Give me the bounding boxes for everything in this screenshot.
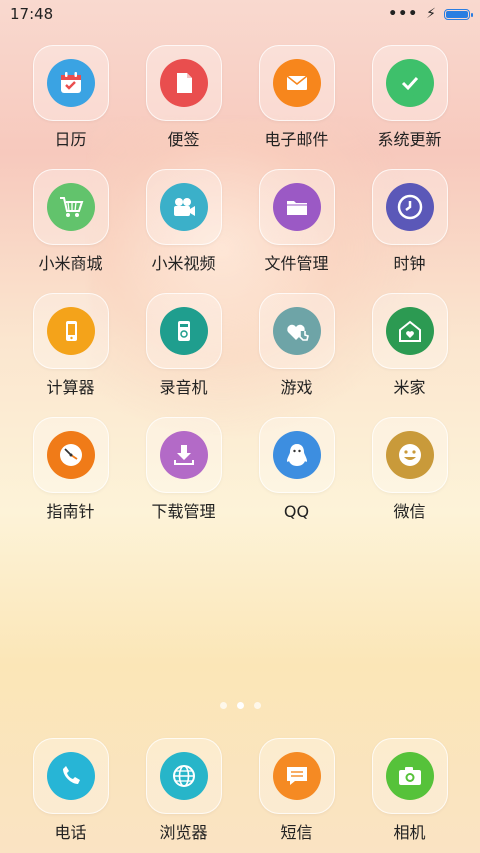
app-downloads-tile[interactable] [145, 417, 222, 493]
app-downloads[interactable]: 下载管理 [127, 417, 240, 523]
app-calculator[interactable]: 计算器 [14, 293, 127, 399]
dock-camera-tile[interactable] [371, 738, 448, 814]
dock-browser-label: 浏览器 [159, 823, 208, 842]
app-calendar[interactable]: 日历 [14, 45, 127, 151]
status-time: 17:48 [10, 5, 54, 23]
charging-bolt-icon: ⚡ [426, 6, 436, 22]
app-system-update[interactable]: 系统更新 [353, 45, 466, 151]
app-clock[interactable]: 时钟 [353, 169, 466, 275]
app-mijia-label: 米家 [393, 378, 426, 397]
app-clock-tile[interactable] [371, 169, 448, 245]
app-wechat[interactable]: 微信 [353, 417, 466, 523]
cart-icon [46, 183, 95, 231]
app-recorder[interactable]: 录音机 [127, 293, 240, 399]
compass-icon [46, 431, 95, 479]
battery-level-fill [446, 10, 468, 18]
video-icon [159, 183, 208, 231]
app-email-label: 电子邮件 [264, 130, 329, 149]
app-notes[interactable]: 便签 [127, 45, 240, 151]
mail-icon [272, 59, 321, 107]
app-compass[interactable]: 指南针 [14, 417, 127, 523]
app-games-tile[interactable] [258, 293, 335, 369]
app-notes-label: 便签 [167, 130, 200, 149]
clock-icon [385, 183, 434, 231]
app-qq-tile[interactable] [258, 417, 335, 493]
recorder-icon [159, 307, 208, 355]
calendar-icon [46, 59, 95, 107]
dock-browser-tile[interactable] [145, 738, 222, 814]
app-mi-store[interactable]: 小米商城 [14, 169, 127, 275]
dock-browser[interactable]: 浏览器 [127, 738, 240, 844]
dock-messages-tile[interactable] [258, 738, 335, 814]
dock-camera-label: 相机 [393, 823, 426, 842]
folder-icon [272, 183, 321, 231]
app-games[interactable]: 游戏 [240, 293, 353, 399]
download-icon [159, 431, 208, 479]
dock-phone-label: 电话 [54, 823, 87, 842]
qq-icon [272, 431, 321, 479]
page-indicator[interactable] [0, 702, 480, 709]
camera-icon [385, 752, 434, 800]
battery-icon [444, 8, 473, 20]
app-recorder-label: 录音机 [159, 378, 208, 397]
message-icon [272, 752, 321, 800]
app-file-manager-label: 文件管理 [264, 254, 329, 273]
dock-messages[interactable]: 短信 [240, 738, 353, 844]
app-file-manager[interactable]: 文件管理 [240, 169, 353, 275]
check-icon [385, 59, 434, 107]
more-dots-icon: ••• [388, 6, 419, 22]
app-qq-label: QQ [283, 502, 310, 521]
app-email[interactable]: 电子邮件 [240, 45, 353, 151]
calculator-icon [46, 307, 95, 355]
app-mijia[interactable]: 米家 [353, 293, 466, 399]
dock-phone[interactable]: 电话 [14, 738, 127, 844]
app-mijia-tile[interactable] [371, 293, 448, 369]
status-bar: 17:48 ••• ⚡ [0, 0, 480, 28]
app-calendar-label: 日历 [54, 130, 87, 149]
app-grid: 日历 便签 电子邮件 系统更新小米商城 小米视频 文件管理 时钟计算器 录音机 游戏 米家指南针 下… [0, 45, 480, 523]
app-file-manager-tile[interactable] [258, 169, 335, 245]
dock: 电话 浏览器 短信 相机 [0, 738, 480, 844]
game-icon [272, 307, 321, 355]
app-calculator-label: 计算器 [46, 378, 95, 397]
app-compass-tile[interactable] [32, 417, 109, 493]
app-mi-video[interactable]: 小米视频 [127, 169, 240, 275]
home-icon [385, 307, 434, 355]
app-email-tile[interactable] [258, 45, 335, 121]
app-mi-store-tile[interactable] [32, 169, 109, 245]
status-icons: ••• ⚡ [388, 6, 473, 22]
app-games-label: 游戏 [280, 378, 313, 397]
smile-icon [385, 431, 434, 479]
app-calendar-tile[interactable] [32, 45, 109, 121]
page-dot[interactable] [236, 702, 244, 709]
phone-icon [46, 752, 95, 800]
page-dot[interactable] [253, 702, 261, 709]
app-recorder-tile[interactable] [145, 293, 222, 369]
dock-phone-tile[interactable] [32, 738, 109, 814]
app-mi-video-label: 小米视频 [151, 254, 216, 273]
app-downloads-label: 下载管理 [151, 502, 216, 521]
app-wechat-tile[interactable] [371, 417, 448, 493]
dock-camera[interactable]: 相机 [353, 738, 466, 844]
app-mi-video-tile[interactable] [145, 169, 222, 245]
app-notes-tile[interactable] [145, 45, 222, 121]
note-icon [159, 59, 208, 107]
app-mi-store-label: 小米商城 [38, 254, 103, 273]
app-system-update-tile[interactable] [371, 45, 448, 121]
app-qq[interactable]: QQ [240, 417, 353, 523]
app-clock-label: 时钟 [393, 254, 426, 273]
globe-icon [159, 752, 208, 800]
app-compass-label: 指南针 [46, 502, 95, 521]
dock-messages-label: 短信 [280, 823, 313, 842]
app-wechat-label: 微信 [393, 502, 426, 521]
app-calculator-tile[interactable] [32, 293, 109, 369]
page-dot[interactable] [219, 702, 227, 709]
app-system-update-label: 系统更新 [377, 130, 442, 149]
